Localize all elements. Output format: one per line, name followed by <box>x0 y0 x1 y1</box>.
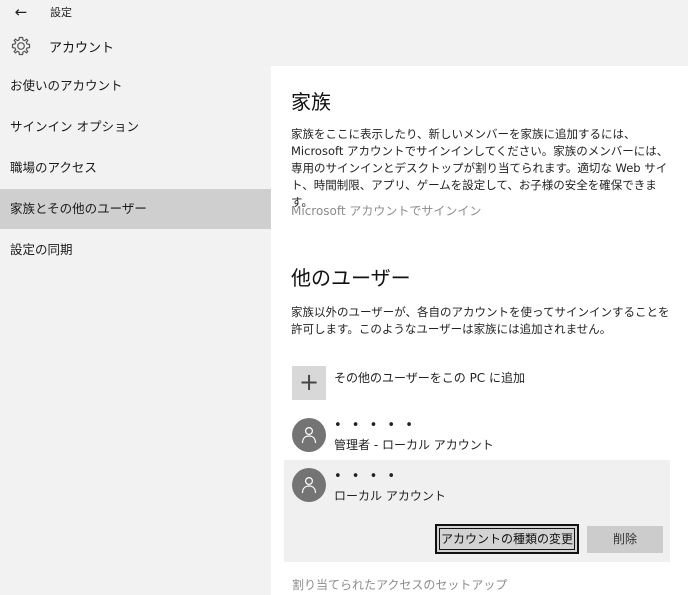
user-name[interactable]: • • • • <box>334 469 398 484</box>
person-icon <box>301 426 317 444</box>
person-icon <box>301 476 317 494</box>
back-arrow-icon[interactable]: ← <box>8 2 34 22</box>
sidebar-item-sync-settings[interactable]: 設定の同期 <box>0 230 271 270</box>
sidebar-item-your-account[interactable]: お使いのアカウント <box>0 66 271 106</box>
app-title: 設定 <box>50 6 72 19</box>
microsoft-signin-link[interactable]: Microsoft アカウントでサインイン <box>291 202 481 219</box>
user-avatar-icon[interactable] <box>292 468 326 502</box>
user-name[interactable]: • • • • • <box>334 418 416 433</box>
change-account-type-button[interactable]: アカウントの種類の変更 <box>435 524 579 554</box>
other-users-description: 家族以外のユーザーが、各自のアカウントを使ってサインインすることを許可します。こ… <box>291 305 670 336</box>
title-bar: ← 設定 アカウント <box>0 0 271 64</box>
user-account-type: 管理者 - ローカル アカウント <box>334 438 494 452</box>
sidebar-item-work-access[interactable]: 職場のアクセス <box>0 148 271 188</box>
delete-button[interactable]: 削除 <box>587 526 663 553</box>
other-users-heading: 他のユーザー <box>291 266 411 290</box>
sidebar-item-family-other-users[interactable]: 家族とその他のユーザー <box>0 189 271 229</box>
family-description: 家族をここに表示したり、新しいメンバーを家族に追加するには、Microsoft … <box>291 127 669 209</box>
user-avatar-icon[interactable] <box>292 418 326 452</box>
family-heading: 家族 <box>291 90 331 114</box>
user-account-type: ローカル アカウント <box>334 489 446 503</box>
assigned-access-link[interactable]: 割り当てられたアクセスのセットアップ <box>292 576 507 593</box>
plus-icon[interactable]: + <box>292 366 326 400</box>
sidebar-item-signin-options[interactable]: サインイン オプション <box>0 107 271 147</box>
page-title: アカウント <box>49 41 115 56</box>
gear-icon <box>10 35 32 57</box>
add-user-button[interactable]: その他のユーザーをこの PC に追加 <box>334 369 525 386</box>
